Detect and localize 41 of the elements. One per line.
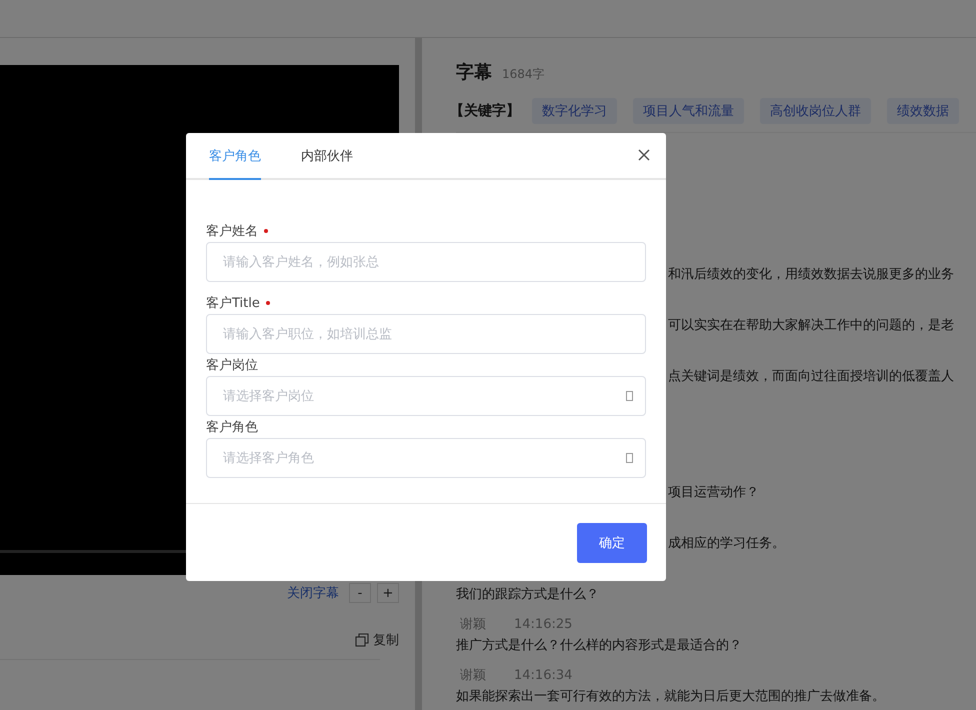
subtitle-line: 和汛后绩效的变化，用绩效数据去说服更多的业务	[668, 266, 955, 284]
field-label: 客户姓名	[206, 223, 258, 240]
close-subtitles-link[interactable]: 关闭字幕	[287, 584, 339, 602]
subtitle-line: 我们的跟踪方式是什么？	[456, 586, 600, 604]
subtitle-line: 点关键词是绩效，而面向过往面授培训的低覆盖人	[668, 368, 955, 386]
decrease-button[interactable]: -	[349, 583, 371, 603]
dialog-tab[interactable]: 客户角色	[209, 133, 261, 180]
subtitle-line: 项目运营动作？	[668, 484, 760, 502]
keywords-label: 【关键字】	[450, 102, 520, 120]
keyword-tag[interactable]: 项目人气和流量	[633, 98, 744, 124]
increase-button[interactable]: +	[377, 583, 399, 603]
subtitles-title: 字幕	[456, 61, 492, 84]
select-field[interactable]: 请选择客户岗位	[206, 376, 646, 416]
keyword-tag[interactable]: 绩效数据	[887, 98, 959, 124]
input-field[interactable]: 请输入客户职位，如培训总监	[206, 314, 646, 354]
square-icon	[626, 453, 633, 463]
field-label: 客户Title	[206, 295, 260, 312]
copy-icon	[355, 633, 369, 647]
dialog-tab[interactable]: 内部伙伴	[301, 133, 353, 180]
select-field[interactable]: 请选择客户角色	[206, 438, 646, 478]
timestamp: 14:16:34	[514, 668, 572, 682]
subtitle-line: 推广方式是什么？什么样的内容形式是最适合的？	[456, 637, 743, 655]
confirm-button[interactable]: 确定	[577, 522, 647, 562]
timestamp: 14:16:25	[514, 616, 572, 632]
input-field[interactable]: 请输入客户姓名，例如张总	[206, 242, 646, 282]
word-count: 1684字	[502, 66, 545, 83]
square-icon	[626, 391, 633, 401]
subtitle-line: 成相应的学习任务。	[668, 535, 786, 553]
speaker-name: 谢颖	[460, 616, 486, 633]
required-dot	[264, 229, 268, 233]
speaker-name: 谢颖	[460, 667, 486, 684]
required-dot	[266, 301, 270, 305]
subtitle-line: 可以实实在在帮助大家解决工作中的问题的，是老	[668, 317, 955, 335]
copy-button[interactable]: 复制	[355, 631, 399, 649]
field-label: 客户角色	[206, 419, 258, 436]
subtitle-line: 如果能探索出一套可行有效的方法，就能为日后更大范围的推广去做准备。	[456, 688, 886, 706]
field-label: 客户岗位	[206, 357, 258, 374]
close-button[interactable]	[636, 147, 652, 163]
keyword-tag[interactable]: 数字化学习	[532, 98, 617, 124]
close-icon	[636, 147, 652, 163]
keyword-tag[interactable]: 高创收岗位人群	[760, 98, 871, 124]
